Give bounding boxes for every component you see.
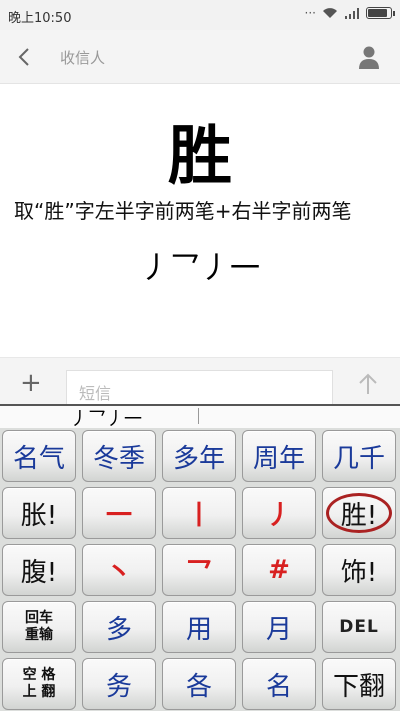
key-label: 饰! — [340, 557, 378, 588]
battery-icon — [366, 7, 395, 19]
key-label: 多 — [105, 614, 132, 645]
key-3-2[interactable]: 用 — [162, 601, 236, 653]
key-4-2[interactable]: 各 — [162, 658, 236, 710]
key-3-4[interactable]: DEL — [322, 601, 396, 653]
compose-bar: + 短信 — [0, 357, 400, 407]
key-0-3[interactable]: 周年 — [242, 430, 316, 482]
key-3-0[interactable]: 回车 重输 — [2, 601, 76, 653]
key-label: 回车 重输 — [25, 610, 53, 643]
key-1-3[interactable]: 丿 — [242, 487, 316, 539]
key-label: 腹! — [20, 557, 58, 588]
message-input[interactable]: 短信 — [66, 370, 333, 406]
key-label: 下翻 — [332, 671, 385, 702]
key-label: 胜! — [340, 500, 378, 531]
selected-candidate-ring: 胜! — [326, 493, 392, 533]
key-label: 丿 — [265, 500, 292, 531]
input-method-keyboard: 丿乛丿一 名气 冬季 多年 周年 几千胀! 一 丨 丿 胜! 腹! 丶 乛 # 饰! 回车 重输 多 用 月 DEL 空… — [0, 404, 400, 711]
key-label: 一 — [105, 500, 132, 531]
key-4-4[interactable]: 下翻 — [322, 658, 396, 710]
key-2-2[interactable]: 乛 — [162, 544, 236, 596]
key-4-3[interactable]: 名 — [242, 658, 316, 710]
key-2-1[interactable]: 丶 — [82, 544, 156, 596]
key-label: 多年 — [172, 443, 225, 474]
status-bar: 晚上10:50 ··· — [0, 0, 400, 30]
key-label: 几千 — [332, 443, 385, 474]
key-0-1[interactable]: 冬季 — [82, 430, 156, 482]
key-label: 务 — [105, 671, 132, 702]
recipient-field[interactable]: 收信人 — [60, 47, 105, 68]
key-2-0[interactable]: 腹! — [2, 544, 76, 596]
add-attachment-icon[interactable]: + — [20, 370, 42, 396]
composition-bar: 丿乛丿一 — [0, 406, 400, 430]
key-label: 冬季 — [92, 443, 145, 474]
key-label: 丶 — [105, 557, 132, 588]
key-2-4[interactable]: 饰! — [322, 544, 396, 596]
key-label: 乛 — [185, 557, 212, 588]
signal-icon — [345, 8, 359, 19]
composition-caret — [198, 408, 199, 424]
key-label: # — [268, 555, 290, 585]
composition-text: 丿乛丿一 — [70, 409, 142, 430]
back-arrow-icon[interactable] — [14, 45, 36, 69]
key-label: DEL — [339, 617, 379, 637]
key-1-2[interactable]: 丨 — [162, 487, 236, 539]
key-label: 名气 — [12, 443, 65, 474]
key-3-1[interactable]: 多 — [82, 601, 156, 653]
key-label: 各 — [185, 671, 212, 702]
key-label: 名 — [265, 671, 292, 702]
message-placeholder: 短信 — [79, 384, 112, 403]
contact-icon[interactable] — [358, 44, 380, 70]
stroke-sequence: 丿乛丿一 — [140, 251, 260, 286]
key-label: 胀! — [20, 500, 58, 531]
key-label: 空 格上 翻 — [22, 667, 56, 700]
key-1-0[interactable]: 胀! — [2, 487, 76, 539]
key-1-1[interactable]: 一 — [82, 487, 156, 539]
key-label: 用 — [185, 614, 212, 645]
wifi-icon — [323, 8, 337, 18]
key-4-0[interactable]: 空 格上 翻 — [2, 658, 76, 710]
app-header: 收信人 — [0, 30, 400, 84]
key-4-1[interactable]: 务 — [82, 658, 156, 710]
more-dots-icon: ··· — [304, 6, 316, 20]
key-0-0[interactable]: 名气 — [2, 430, 76, 482]
key-2-3[interactable]: # — [242, 544, 316, 596]
key-0-4[interactable]: 几千 — [322, 430, 396, 482]
key-3-3[interactable]: 月 — [242, 601, 316, 653]
send-arrow-icon[interactable] — [358, 372, 378, 396]
key-label: 周年 — [252, 443, 305, 474]
status-time: 晚上10:50 — [8, 11, 72, 26]
key-0-2[interactable]: 多年 — [162, 430, 236, 482]
key-label: 丨 — [185, 500, 212, 531]
big-character: 胜 — [168, 120, 232, 194]
key-label: 月 — [265, 614, 292, 645]
description-text: 取“胜”字左半字前两笔+右半字前两笔 — [14, 199, 352, 223]
message-content: 胜 取“胜”字左半字前两笔+右半字前两笔 丿乛丿一 — [0, 85, 400, 357]
key-1-4[interactable]: 胜! — [322, 487, 396, 539]
status-icons: ··· — [304, 6, 395, 20]
